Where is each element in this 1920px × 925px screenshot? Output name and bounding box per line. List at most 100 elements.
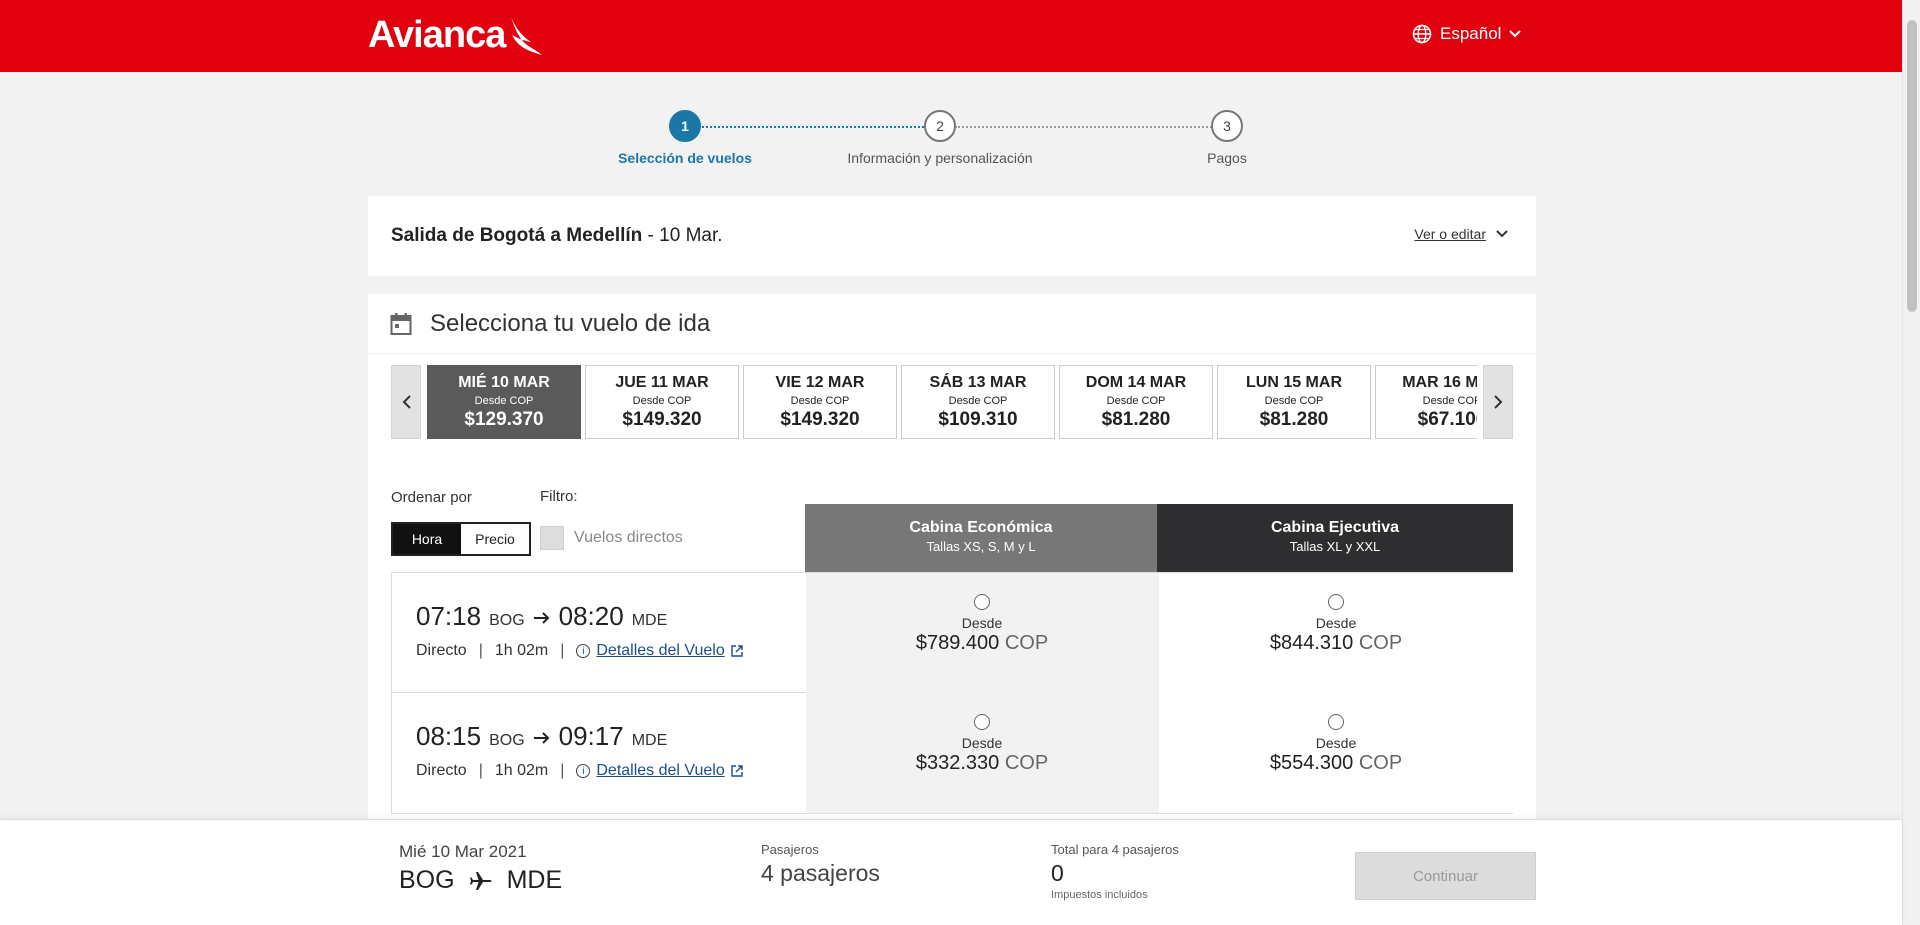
filter-label: Filtro: xyxy=(540,488,578,505)
flight-times: 07:18 BOG 08:20 MDE xyxy=(416,601,743,632)
executive-fare-option[interactable]: Desde $844.310 COP xyxy=(1158,573,1513,693)
step-number: 1 xyxy=(669,110,701,142)
dates-viewport: MIÉ 10 MAR Desde COP $129.370 JUE 11 MAR… xyxy=(427,365,1477,441)
booking-stepper: 1 Selección de vuelos 2 Información y pe… xyxy=(600,110,1300,170)
globe-icon xyxy=(1412,24,1432,44)
next-dates-button[interactable] xyxy=(1483,365,1513,439)
fare-from-label: Desde xyxy=(1315,615,1357,631)
date-price: $67.100 xyxy=(1417,409,1477,430)
flight-details-link[interactable]: i Detalles del Vuelo xyxy=(576,642,743,660)
arrow-right-icon xyxy=(533,732,550,744)
direct-flights-checkbox[interactable] xyxy=(540,526,564,550)
destination-code: MDE xyxy=(506,866,563,894)
fare-amount: $844.310 xyxy=(1269,632,1354,654)
date-from-label: Desde COP xyxy=(474,395,534,407)
date-option[interactable]: MAR 16 MAR Desde COP $67.100 xyxy=(1375,365,1477,439)
origin-code: BOG xyxy=(489,732,525,749)
flight-type: Directo xyxy=(416,642,467,659)
date-option[interactable]: VIE 12 MAR Desde COP $149.320 xyxy=(743,365,897,439)
fare-from-label: Desde xyxy=(961,615,1003,631)
sort-by-price-button[interactable]: Precio xyxy=(461,524,529,554)
date-option[interactable]: JUE 11 MAR Desde COP $149.320 xyxy=(585,365,739,439)
date-price: $149.320 xyxy=(780,409,860,430)
cabin-sizes: Tallas XL y XXL xyxy=(1289,539,1381,554)
date-label: LUN 15 MAR xyxy=(1245,374,1342,391)
economy-fare-option[interactable]: Desde $789.400 COP xyxy=(806,573,1158,693)
date-price: $129.370 xyxy=(464,409,544,430)
arrival-time: 08:20 xyxy=(558,601,624,631)
trip-date: Mié 10 Mar 2021 xyxy=(399,842,527,861)
fare-from-label: Desde xyxy=(961,735,1003,751)
language-selector[interactable]: Español xyxy=(1412,24,1522,44)
fare-price: $789.400 COP xyxy=(806,632,1158,655)
date-option[interactable]: SÁB 13 MAR Desde COP $109.310 xyxy=(901,365,1055,439)
view-edit-link[interactable]: Ver o editar xyxy=(1414,226,1508,242)
info-icon: i xyxy=(576,644,591,658)
economy-fare-radio[interactable] xyxy=(974,594,990,610)
flight-duration: 1h 02m xyxy=(494,762,549,779)
economy-fare-option[interactable]: Desde $332.330 COP xyxy=(806,693,1158,813)
date-price: $81.280 xyxy=(1101,409,1171,430)
fare-amount: $332.330 xyxy=(915,752,1000,774)
executive-fare-radio[interactable] xyxy=(1328,594,1344,610)
origin-code: BOG xyxy=(489,612,525,629)
sort-label: Ordenar por xyxy=(391,489,472,506)
date-from-label: Desde COP xyxy=(1106,395,1166,407)
fare-from-label: Desde xyxy=(1315,735,1357,751)
top-header: Avianca Español xyxy=(0,0,1902,72)
flight-details-label: Detalles del Vuelo xyxy=(596,642,725,659)
previous-dates-button[interactable] xyxy=(391,365,421,439)
separator: | xyxy=(478,762,483,779)
date-from-label: Desde COP xyxy=(948,395,1008,407)
total-label: Total para 4 pasajeros xyxy=(1051,842,1179,857)
bird-logo-icon xyxy=(511,16,543,55)
passengers-label: Pasajeros xyxy=(761,842,819,857)
economy-fare-radio[interactable] xyxy=(974,714,990,730)
flight-selection-header: Selecciona tu vuelo de ida xyxy=(368,294,1536,354)
step-label: Selección de vuelos xyxy=(618,150,752,166)
section-title: Selecciona tu vuelo de ida xyxy=(430,309,711,337)
date-label: DOM 14 MAR xyxy=(1085,374,1187,391)
info-icon: i xyxy=(576,764,591,778)
airplane-icon xyxy=(469,871,492,890)
continue-button[interactable]: Continuar xyxy=(1355,852,1536,900)
external-link-icon xyxy=(731,645,743,657)
view-edit-label: Ver o editar xyxy=(1414,226,1486,242)
date-label: SÁB 13 MAR xyxy=(929,374,1027,391)
executive-fare-option[interactable]: Desde $554.300 COP xyxy=(1158,693,1513,813)
flight-meta: Directo | 1h 02m | i Detalles del Vuelo xyxy=(416,762,743,780)
direct-flights-filter[interactable]: Vuelos directos xyxy=(540,526,683,550)
date-option[interactable]: MIÉ 10 MAR Desde COP $129.370 xyxy=(427,365,581,439)
date-option[interactable]: DOM 14 MAR Desde COP $81.280 xyxy=(1059,365,1213,439)
date-price: $109.310 xyxy=(938,409,1018,430)
flight-details-link[interactable]: i Detalles del Vuelo xyxy=(576,762,743,780)
fare-currency: COP xyxy=(1004,752,1049,774)
separator: | xyxy=(560,642,565,659)
step-flight-selection: 1 Selección de vuelos xyxy=(575,110,795,166)
sort-by-time-button[interactable]: Hora xyxy=(393,524,461,554)
total-value: 0 xyxy=(1051,860,1064,886)
destination-code: MDE xyxy=(631,732,668,749)
scrollbar-thumb[interactable] xyxy=(1907,20,1917,312)
trip-route: BOG MDE xyxy=(399,866,562,895)
flight-times: 08:15 BOG 09:17 MDE xyxy=(416,721,743,752)
date-label: VIE 12 MAR xyxy=(775,374,865,391)
flight-details-label: Detalles del Vuelo xyxy=(596,762,725,779)
direct-flights-label: Vuelos directos xyxy=(574,529,683,546)
date-carousel: MIÉ 10 MAR Desde COP $129.370 JUE 11 MAR… xyxy=(391,365,1513,441)
trip-summary-title: Salida de Bogotá a Medellín - 10 Mar. xyxy=(391,225,723,247)
date-option[interactable]: LUN 15 MAR Desde COP $81.280 xyxy=(1217,365,1371,439)
fare-price: $332.330 COP xyxy=(806,752,1158,775)
calendar-icon xyxy=(390,312,412,335)
flight-duration: 1h 02m xyxy=(494,642,549,659)
executive-fare-radio[interactable] xyxy=(1328,714,1344,730)
economy-cabin-header: Cabina Económica Tallas XS, S, M y L xyxy=(805,504,1157,572)
executive-cabin-header: Cabina Ejecutiva Tallas XL y XXL xyxy=(1157,504,1513,572)
passengers-count: 4 pasajeros xyxy=(761,860,880,886)
departure-time: 08:15 xyxy=(416,721,482,751)
date-from-label: Desde COP xyxy=(790,395,850,407)
date-label: MIÉ 10 MAR xyxy=(458,374,550,391)
page-scrollbar[interactable] xyxy=(1902,0,1920,925)
step-number: 3 xyxy=(1211,110,1243,142)
avianca-logo[interactable]: Avianca xyxy=(368,14,543,57)
